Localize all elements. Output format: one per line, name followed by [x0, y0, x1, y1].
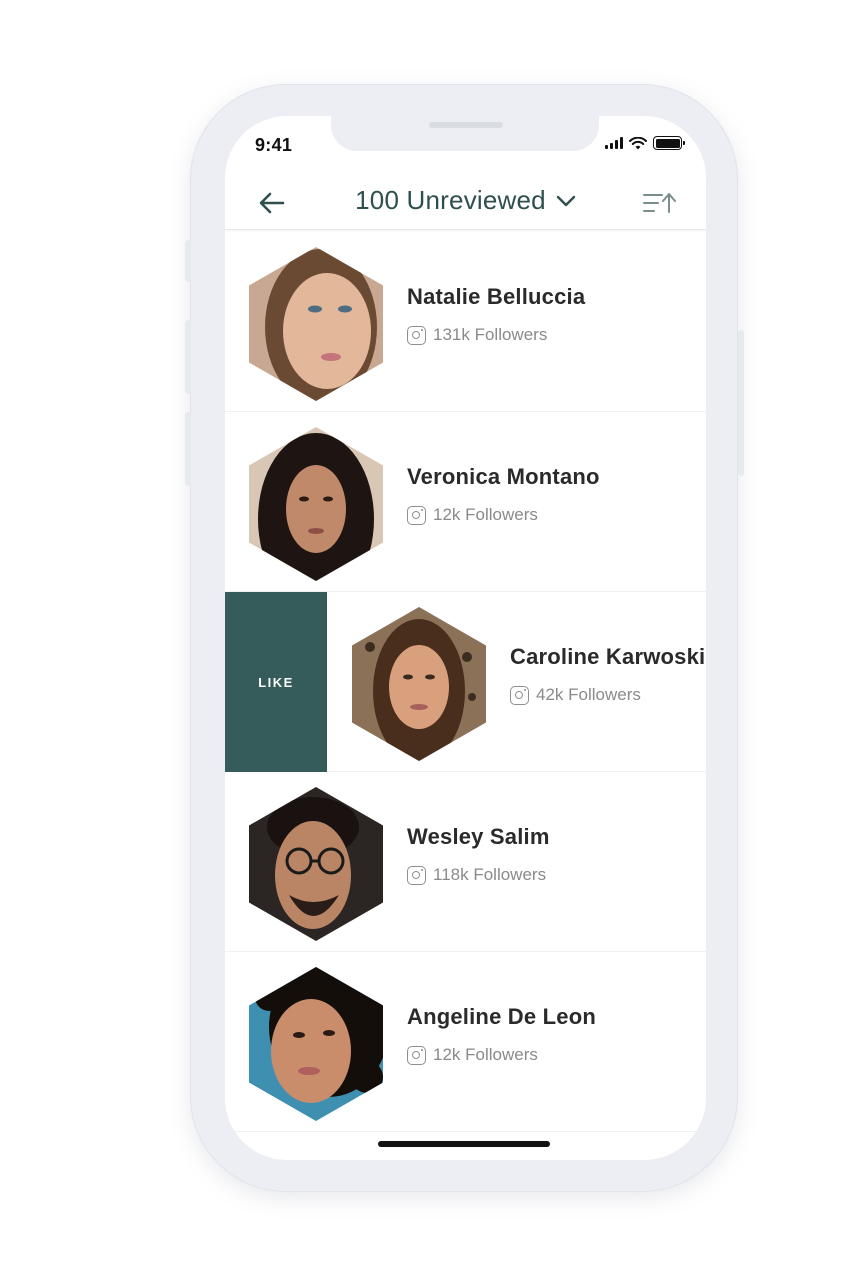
list-item[interactable]: Veronica Montano 12k Followers — [225, 412, 706, 592]
status-time: 9:41 — [255, 135, 293, 155]
status-icons — [605, 136, 685, 150]
list-item[interactable]: Angeline De Leon 12k Followers — [225, 952, 706, 1132]
follower-count-text: 131k Followers — [433, 325, 548, 344]
follower-count-text: 42k Followers — [536, 685, 641, 704]
home-indicator[interactable] — [378, 1141, 550, 1147]
power-button — [738, 330, 744, 476]
profile-list: Natalie Belluccia 131k Followers Veronic… — [225, 232, 706, 1132]
list-item-swiped[interactable]: LIKE Caroline Karwoski 42k Followers — [225, 592, 706, 772]
follower-count: 12k Followers — [407, 1045, 538, 1065]
app-screen: 9:41 100 Unreviewed Natalie Belluccia 13… — [225, 116, 706, 1160]
follower-count: 118k Followers — [407, 865, 546, 885]
profile-avatar — [249, 427, 383, 581]
speaker — [429, 122, 503, 128]
mute-switch — [185, 240, 191, 282]
profile-name: Angeline De Leon — [407, 1004, 596, 1029]
instagram-icon — [407, 505, 426, 525]
list-item[interactable]: Wesley Salim 118k Followers — [225, 772, 706, 952]
follower-count: 42k Followers — [510, 685, 641, 705]
instagram-icon — [510, 685, 529, 705]
instagram-icon — [407, 865, 426, 885]
profile-name: Veronica Montano — [407, 464, 600, 489]
profile-avatar — [249, 247, 383, 401]
follower-count: 12k Followers — [407, 505, 538, 525]
notch — [331, 116, 599, 151]
follower-count-text: 12k Followers — [433, 1045, 538, 1064]
profile-name: Caroline Karwoski — [510, 644, 706, 669]
profile-avatar — [249, 967, 383, 1121]
sort-ascending-icon — [643, 193, 676, 213]
page-title: 100 Unreviewed — [355, 185, 546, 215]
top-nav: 100 Unreviewed — [225, 176, 706, 230]
profile-avatar — [352, 607, 486, 761]
volume-up-button — [185, 320, 191, 394]
profile-avatar — [249, 787, 383, 941]
list-item[interactable]: Natalie Belluccia 131k Followers — [225, 232, 706, 412]
cellular-signal-icon — [605, 137, 623, 149]
profile-name: Natalie Belluccia — [407, 284, 586, 309]
filter-dropdown[interactable]: 100 Unreviewed — [225, 185, 706, 216]
follower-count-text: 118k Followers — [433, 865, 547, 884]
profile-name: Wesley Salim — [407, 824, 550, 849]
instagram-icon — [407, 325, 426, 345]
wifi-icon — [629, 136, 647, 149]
sort-button[interactable] — [642, 188, 676, 218]
chevron-down-icon — [556, 195, 576, 206]
volume-down-button — [185, 412, 191, 486]
like-button[interactable]: LIKE — [225, 592, 327, 772]
follower-count: 131k Followers — [407, 325, 547, 345]
battery-icon — [653, 136, 685, 150]
follower-count-text: 12k Followers — [433, 505, 538, 524]
instagram-icon — [407, 1045, 426, 1065]
